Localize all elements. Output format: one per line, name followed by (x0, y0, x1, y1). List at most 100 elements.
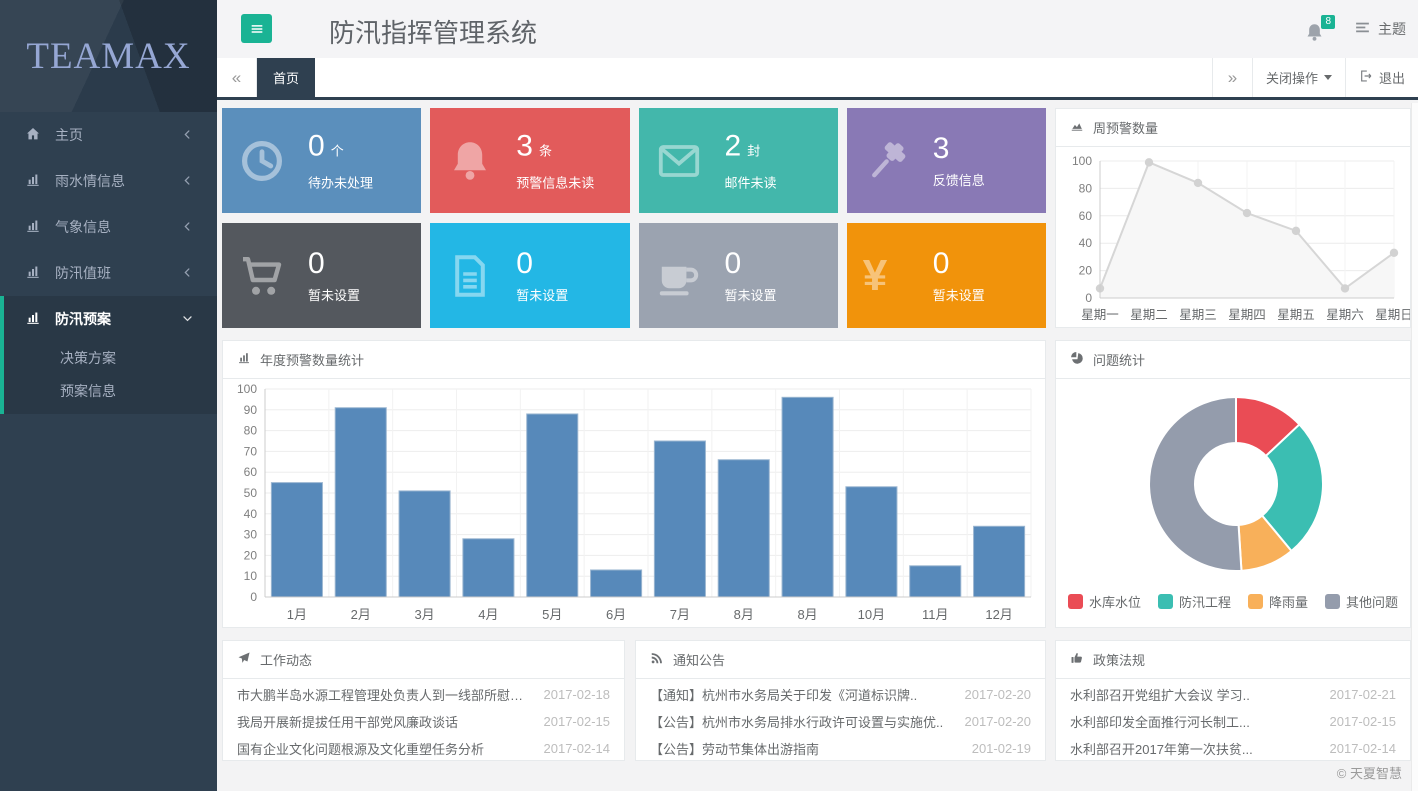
stat-card-反馈信息-3[interactable]: 3反馈信息 (847, 108, 1046, 213)
tabs-collapse-button[interactable]: « (217, 58, 257, 97)
svg-text:60: 60 (244, 465, 258, 479)
legend-swatch (1248, 594, 1263, 609)
bell-icon (1304, 30, 1325, 47)
sidebar-subitem-决策方案[interactable]: 决策方案 (4, 342, 217, 375)
notification-badge: 8 (1321, 15, 1335, 29)
panel-header: 年度预警数量统计 (223, 341, 1045, 379)
donut-legend: 水库水位防汛工程降雨量其他问题 (1056, 592, 1410, 611)
svg-text:50: 50 (244, 486, 258, 500)
stat-label: 预警信息未读 (516, 172, 594, 191)
stat-card-暂未设置-7[interactable]: ¥0暂未设置 (847, 223, 1046, 328)
svg-text:11月: 11月 (922, 607, 949, 622)
stat-label: 暂未设置 (308, 285, 360, 304)
legend-item-水库水位[interactable]: 水库水位 (1068, 592, 1141, 611)
double-chevron-left-icon: « (232, 68, 241, 88)
news-date: 2017-02-21 (1330, 687, 1397, 702)
stat-label: 暂未设置 (933, 285, 985, 304)
svg-text:20: 20 (244, 548, 258, 562)
sidebar-item-主页[interactable]: 主页 (4, 112, 217, 158)
stat-card-预警信息未读-1[interactable]: 3条预警信息未读 (430, 108, 629, 213)
bar-chart-icon (25, 172, 43, 190)
stat-label: 暂未设置 (516, 285, 568, 304)
stat-card-暂未设置-6[interactable]: 0暂未设置 (639, 223, 838, 328)
work-news-panel: 工作动态市大鹏半岛水源工程管理处负责人到一线部所慰问新春2017-02-18我局… (222, 640, 625, 761)
sidebar-item-气象信息[interactable]: 气象信息 (4, 204, 217, 250)
sign-out-icon (1359, 69, 1373, 86)
notifications-button[interactable]: 8 (1304, 16, 1328, 42)
news-list: 市大鹏半岛水源工程管理处负责人到一线部所慰问新春2017-02-18我局开展新提… (223, 679, 624, 762)
stat-unit: 个 (331, 143, 344, 158)
tabbar-spacer (315, 58, 1212, 97)
news-date: 2017-02-14 (544, 741, 611, 756)
cup-icon (655, 252, 703, 300)
donut-chart-svg (1056, 379, 1410, 579)
news-link[interactable]: 市大鹏半岛水源工程管理处负责人到一线部所慰问新春2017-02-18 (237, 681, 610, 708)
news-link[interactable]: 水利部召开党组扩大会议 学习..2017-02-21 (1070, 681, 1396, 708)
chevron-left-icon (181, 220, 195, 234)
stat-value: 0个 (308, 130, 373, 167)
scrollbar-track[interactable] (1411, 103, 1418, 791)
news-link[interactable]: 【公告】杭州市水务局排水行政许可设置与实施优..2017-02-20 (650, 708, 1031, 735)
annual-warnings-panel: 年度预警数量统计 01020304050607080901001月2月3月4月5… (222, 340, 1046, 628)
news-link[interactable]: 国有企业文化问题根源及文化重塑任务分析2017-02-14 (237, 735, 610, 762)
tabs-scroll-button[interactable]: » (1212, 58, 1252, 97)
stat-card-暂未设置-4[interactable]: 0暂未设置 (222, 223, 421, 328)
svg-text:60: 60 (1079, 209, 1093, 223)
gavel-icon (863, 137, 911, 185)
svg-text:40: 40 (244, 507, 258, 521)
theme-list-icon (1354, 19, 1371, 39)
thumbs-up-icon (1070, 651, 1084, 668)
sidebar-item-防汛预案[interactable]: 防汛预案 (4, 296, 217, 342)
theme-button[interactable]: 主题 (1354, 19, 1406, 39)
top-header: 防汛指挥管理系统 8 主题 (217, 0, 1418, 58)
news-link[interactable]: 我局开展新提拔任用干部党风廉政谈话2017-02-15 (237, 708, 610, 735)
sidebar-item-雨水情信息[interactable]: 雨水情信息 (4, 158, 217, 204)
line-chart-svg: 020406080100星期一星期二星期三星期四星期五星期六星期日 (1056, 147, 1410, 326)
svg-text:80: 80 (1079, 181, 1093, 195)
stat-unit: 封 (747, 143, 760, 158)
news-list: 【通知】杭州市水务局关于印发《河道标识牌..2017-02-20【公告】杭州市水… (636, 679, 1045, 762)
sidebar-item-防汛值班[interactable]: 防汛值班 (4, 250, 217, 296)
svg-text:10月: 10月 (858, 607, 885, 622)
annual-warnings-bar-chart: 01020304050607080901001月2月3月4月5月6月7月8月8月… (223, 379, 1045, 630)
pie-chart-icon (1070, 351, 1084, 368)
bar-chart-icon (25, 310, 43, 328)
stat-label: 待办未处理 (308, 172, 373, 191)
legend-item-防汛工程[interactable]: 防汛工程 (1158, 592, 1231, 611)
news-link[interactable]: 水利部印发全面推行河长制工...2017-02-15 (1070, 708, 1396, 735)
stat-value: 0 (725, 248, 777, 280)
news-link[interactable]: 【通知】杭州市水务局关于印发《河道标识牌..2017-02-20 (650, 681, 1031, 708)
legend-item-其他问题[interactable]: 其他问题 (1325, 592, 1398, 611)
sidebar-subitem-预案信息[interactable]: 预案信息 (4, 375, 217, 408)
chevron-left-icon (181, 174, 195, 188)
svg-text:5月: 5月 (542, 607, 562, 622)
svg-text:20: 20 (1079, 264, 1093, 278)
bar-chart-icon (237, 351, 251, 368)
svg-text:8月: 8月 (797, 607, 817, 622)
chevron-left-icon (181, 266, 195, 280)
bar-chart-icon (25, 218, 43, 236)
news-date: 2017-02-20 (965, 714, 1032, 729)
exit-button[interactable]: 退出 (1345, 58, 1418, 97)
panel-header: 政策法规 (1056, 641, 1410, 679)
svg-text:星期四: 星期四 (1228, 308, 1266, 322)
tab-bar: « 首页 » 关闭操作 退出 (217, 58, 1418, 100)
news-link[interactable]: 水利部召开2017年第一次扶贫...2017-02-14 (1070, 735, 1396, 762)
menu-toggle-button[interactable] (241, 14, 272, 43)
stat-card-待办未处理-0[interactable]: 0个待办未处理 (222, 108, 421, 213)
svg-text:8月: 8月 (734, 607, 754, 622)
svg-text:10: 10 (244, 569, 258, 583)
svg-text:0: 0 (250, 590, 257, 604)
paper-plane-icon (237, 651, 251, 668)
svg-text:0: 0 (1085, 291, 1092, 305)
stat-card-邮件未读-2[interactable]: 2封邮件未读 (639, 108, 838, 213)
stat-card-暂未设置-5[interactable]: 0暂未设置 (430, 223, 629, 328)
app-window: TEAMAX 主页雨水情信息气象信息防汛值班防汛预案决策方案预案信息 防汛指挥管… (0, 0, 1418, 791)
tab-home[interactable]: 首页 (257, 58, 315, 97)
news-link[interactable]: 【公告】劳动节集体出游指南201-02-19 (650, 735, 1031, 762)
news-date: 2017-02-20 (965, 687, 1032, 702)
legend-item-降雨量[interactable]: 降雨量 (1248, 592, 1308, 611)
close-operations-dropdown[interactable]: 关闭操作 (1252, 58, 1345, 97)
legend-swatch (1068, 594, 1083, 609)
news-date: 2017-02-15 (1330, 714, 1397, 729)
